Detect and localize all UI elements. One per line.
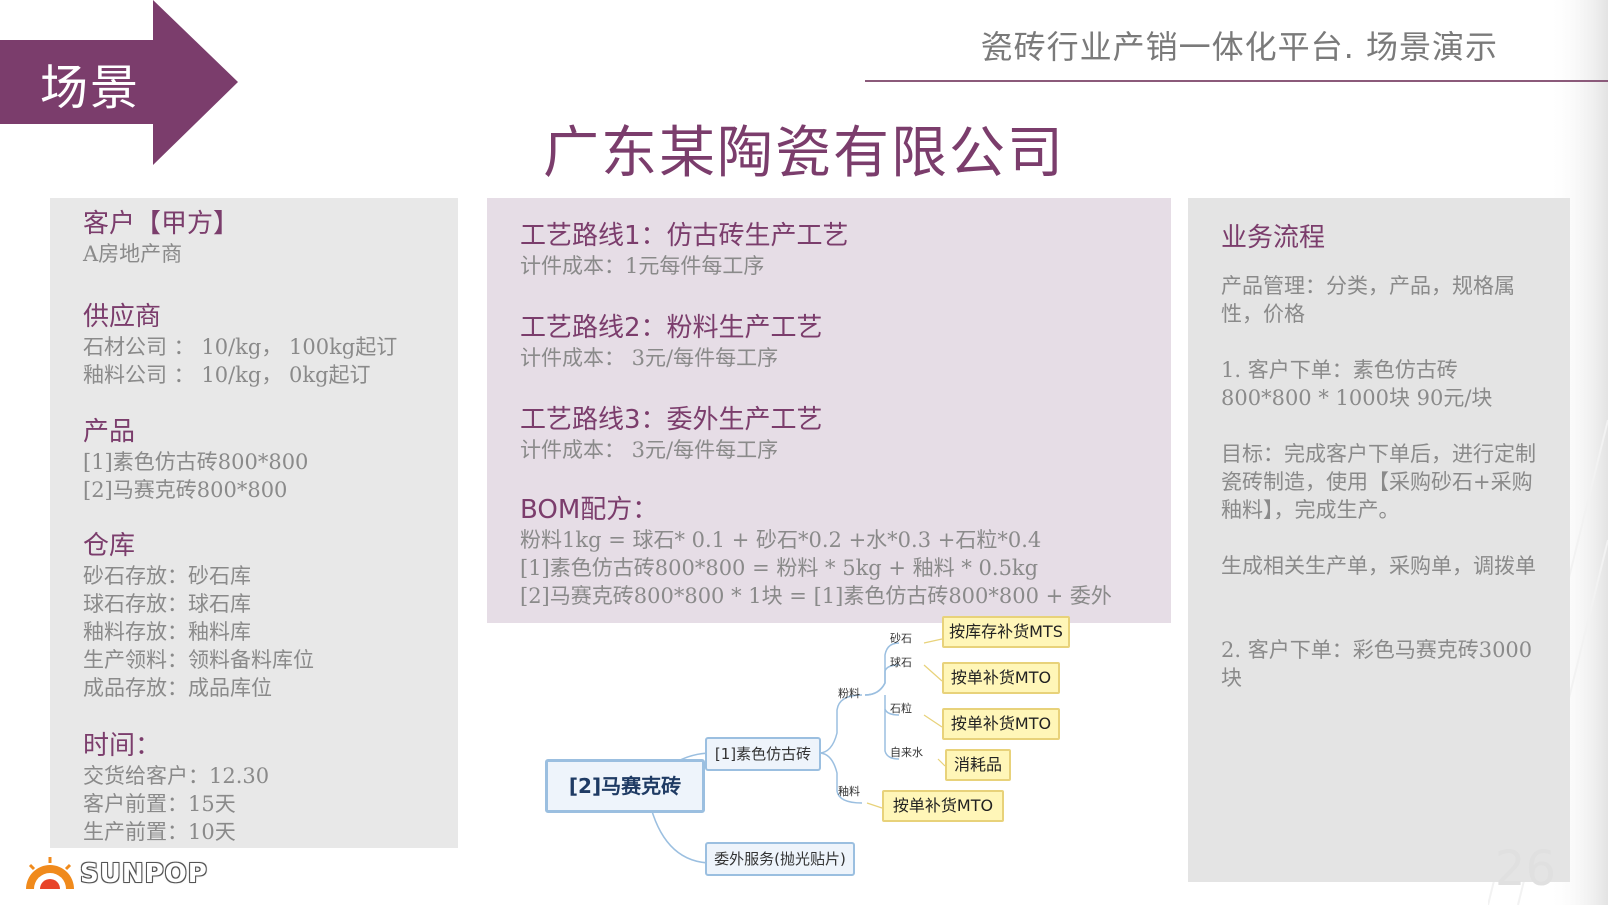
flow-paragraph-goal: 目标：完成客户下单后，进行定制瓷砖制造，使用【采购砂石+采购釉料】，完成生产。	[1221, 442, 1536, 522]
sun-logo-icon	[26, 857, 74, 889]
page-number: 26	[1494, 841, 1556, 897]
route-1: 工艺路线1：仿古砖生产工艺 计件成本：1元每件每工序	[520, 220, 849, 280]
company-title: 广东某陶瓷有限公司	[543, 121, 1065, 186]
supplier-line: 石材公司 ： 10/kg， 100kg起订	[83, 335, 398, 359]
route-2-title: 工艺路线2：粉料生产工艺	[520, 313, 823, 343]
mindmap-node-plain-tile[interactable]: [1]素色仿古砖	[705, 737, 821, 771]
flow-order-2: 2. 客户下单：彩色马赛克砖3000块	[1221, 638, 1533, 690]
flow-order-1: 1. 客户下单：素色仿古砖	[1221, 358, 1458, 382]
tag-glaze-mto: 按单补货MTO	[882, 790, 1004, 822]
warehouse-line: 釉料存放：釉料库	[83, 620, 251, 644]
time-line: 生产前置：10天	[83, 820, 236, 844]
customer-section: 客户【甲方】 A房地产商	[83, 208, 239, 268]
warehouse-heading: 仓库	[83, 531, 136, 561]
time-section: 时间： 交货给客户：12.30 客户前置：15天 生产前置：10天	[83, 730, 269, 846]
info-panel-left: 客户【甲方】 A房地产商 供应商 石材公司 ： 10/kg， 100kg起订 釉…	[50, 198, 458, 848]
leaf-ball-label: 球石	[890, 656, 912, 669]
bom-mindmap: [2]马赛克砖 [1]素色仿古砖 委外服务(抛光贴片) 粉料 釉料 砂石 球石 …	[487, 616, 1171, 900]
route-1-title: 工艺路线1：仿古砖生产工艺	[520, 221, 849, 251]
brand-logo-text: SUNPOP	[80, 859, 208, 889]
branch-powder-label: 粉料	[838, 687, 860, 700]
route-2-cost: 计件成本： 3元/每件每工序	[520, 346, 779, 370]
bom-line: [1]素色仿古砖800*800 = 粉料 * 5kg + 釉料 * 0.5kg	[520, 556, 1039, 580]
customer-line: A房地产商	[83, 242, 183, 266]
process-panel: 工艺路线1：仿古砖生产工艺 计件成本：1元每件每工序 工艺路线2：粉料生产工艺 …	[487, 198, 1171, 623]
flow-paragraph-documents: 生成相关生产单，采购单，调拨单	[1221, 554, 1536, 578]
route-1-cost: 计件成本：1元每件每工序	[520, 254, 765, 278]
warehouse-line: 球石存放：球石库	[83, 592, 251, 616]
route-3-title: 工艺路线3：委外生产工艺	[520, 405, 823, 435]
leaf-sand-label: 砂石	[890, 632, 912, 645]
time-line: 交货给客户：12.30	[83, 764, 270, 788]
supplier-line: 釉料公司 ： 10/kg， 0kg起订	[83, 363, 371, 387]
bom-line: 粉料1kg = 球石* 0.1 + 砂石*0.2 +水*0.3 +石粒*0.4	[520, 528, 1042, 552]
route-3-cost: 计件成本： 3元/每件每工序	[520, 438, 779, 462]
warehouse-line: 砂石存放：砂石库	[83, 564, 251, 588]
bom-line: [2]马赛克砖800*800 * 1块 = [1]素色仿古砖800*800 + …	[520, 584, 1112, 608]
time-heading: 时间：	[83, 731, 162, 761]
product-line: [2]马赛克砖800*800	[83, 478, 288, 502]
tag-grain-mto: 按单补货MTO	[942, 708, 1060, 740]
supplier-section: 供应商 石材公司 ： 10/kg， 100kg起订 釉料公司 ： 10/kg， …	[83, 301, 397, 389]
tag-sand-mts: 按库存补货MTS	[942, 616, 1070, 648]
route-2: 工艺路线2：粉料生产工艺 计件成本： 3元/每件每工序	[520, 312, 823, 372]
flow-order-1-detail: 800*800 * 1000块 90元/块	[1221, 386, 1493, 410]
flow-paragraph-product-mgmt: 产品管理：分类，产品，规格属性，价格	[1221, 274, 1515, 326]
bom-section: BOM配方： 粉料1kg = 球石* 0.1 + 砂石*0.2 +水*0.3 +…	[520, 494, 1112, 610]
leaf-grain-label: 石粒	[890, 702, 912, 715]
tag-ball-mto: 按单补货MTO	[942, 662, 1060, 694]
bom-heading: BOM配方：	[520, 495, 659, 525]
time-line: 客户前置：15天	[83, 792, 236, 816]
title-divider	[865, 80, 1608, 82]
business-flow-panel: 业务流程 产品管理：分类，产品，规格属性，价格 1. 客户下单：素色仿古砖 80…	[1188, 198, 1570, 882]
tag-water-consumable: 消耗品	[945, 749, 1011, 781]
flow-heading: 业务流程	[1221, 223, 1326, 253]
product-line: [1]素色仿古砖800*800	[83, 450, 309, 474]
mindmap-node-outsourcing[interactable]: 委外服务(抛光贴片)	[705, 842, 855, 876]
warehouse-line: 成品存放：成品库位	[83, 676, 272, 700]
supplier-heading: 供应商	[83, 302, 162, 332]
product-heading: 产品	[83, 417, 136, 447]
warehouse-line: 生产领料：领料备料库位	[83, 648, 314, 672]
customer-heading: 客户【甲方】	[83, 209, 240, 239]
leaf-water-label: 自来水	[890, 746, 923, 759]
warehouse-section: 仓库 砂石存放：砂石库 球石存放：球石库 釉料存放：釉料库 生产领料：领料备料库…	[83, 530, 314, 702]
product-section: 产品 [1]素色仿古砖800*800 [2]马赛克砖800*800	[83, 416, 308, 504]
deck-title: 瓷砖行业产销一体化平台. 场景演示	[980, 28, 1498, 66]
branch-glaze-label: 釉料	[838, 785, 860, 798]
route-3: 工艺路线3：委外生产工艺 计件成本： 3元/每件每工序	[520, 404, 823, 464]
flow-section: 业务流程 产品管理：分类，产品，规格属性，价格 1. 客户下单：素色仿古砖 80…	[1221, 222, 1550, 692]
mindmap-root-node[interactable]: [2]马赛克砖	[545, 759, 705, 813]
